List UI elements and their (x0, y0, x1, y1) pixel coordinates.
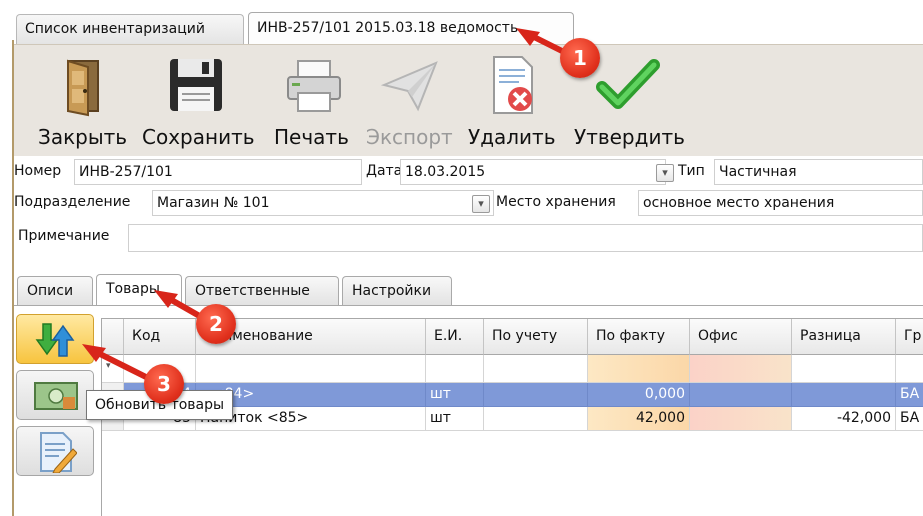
callout-badge-3: 3 (144, 364, 184, 404)
callout-badge-2: 2 (196, 304, 236, 344)
callout-arrow-3 (82, 344, 151, 381)
callout-badge-1: 1 (560, 38, 600, 78)
annotation-arrows (82, 28, 575, 381)
inventory-window: Список инвентаризаций ИНВ-257/101 2015.0… (0, 0, 923, 516)
